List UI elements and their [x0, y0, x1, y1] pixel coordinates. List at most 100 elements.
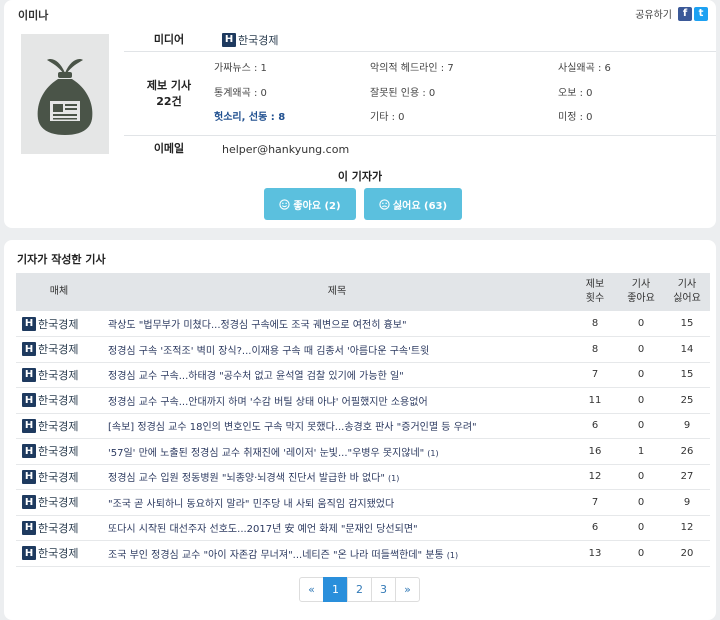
article-dislikes: 25: [680, 394, 694, 406]
table-row[interactable]: H 한국경제 조국 부인 정경심 교수 "아이 자존감 무너져"...네티즌 "온 …: [16, 541, 710, 567]
article-likes: 1: [637, 445, 645, 457]
article-title-link[interactable]: 정경심 교수 구속...안대까지 하며 '수감 버틸 상태 아냐' 어필했지만 …: [108, 397, 428, 408]
article-title-cell[interactable]: 정경심 교수 입원 정동병원 "뇌종양·뇌경색 진단서 발급한 바 없다" (1): [102, 464, 572, 490]
article-title-link[interactable]: 조국 부인 정경심 교수 "아이 자존감 무너져"...네티즌 "온 나라 떠들…: [108, 550, 444, 561]
article-title-link[interactable]: 정경심 교수 구속...하태경 "공수처 없고 윤석열 검찰 있기에 가능한 일…: [108, 371, 404, 382]
table-row[interactable]: H 한국경제 정경심 교수 입원 정동병원 "뇌종양·뇌경색 진단서 발급한 바 없…: [16, 464, 710, 490]
header-likes: 기사 좋아요: [627, 279, 655, 304]
article-dislikes: 15: [680, 369, 694, 381]
page-1[interactable]: 1: [323, 577, 348, 602]
header-media: 매체: [49, 286, 69, 297]
article-title-cell[interactable]: "조국 곧 사퇴하니 동요하지 말라" 민주당 내 사퇴 움직임 감지됐었다: [102, 490, 572, 516]
article-media: H 한국경제: [16, 464, 102, 490]
share-area: 공유하기 f t: [635, 6, 708, 21]
article-likes: 0: [637, 496, 645, 508]
stat-statistics-distortion: 통계왜곡 : 0: [214, 87, 267, 99]
article-reports: 8: [591, 343, 599, 355]
article-media-name: 한국경제: [38, 394, 79, 408]
article-title-link[interactable]: "조국 곧 사퇴하니 동요하지 말라" 민주당 내 사퇴 움직임 감지됐었다: [108, 499, 394, 510]
article-dislikes: 15: [680, 318, 694, 329]
reporter-avatar: [21, 34, 109, 154]
comment-count: (1): [427, 448, 439, 458]
article-likes: 0: [637, 369, 645, 381]
article-title-cell[interactable]: 정경심 구속 '조적조' 벽미 장식?...이재용 구속 때 김종서 '아름다운…: [102, 337, 572, 363]
article-media-name: 한국경제: [38, 496, 79, 510]
table-row[interactable]: H 한국경제 '57일' 만에 노출된 정경심 교수 취재진에 '레이저' 눈빛..…: [16, 439, 710, 465]
article-title-link[interactable]: 곽상도 "법무부가 미쳤다...정경심 구속에도 조국 궤변으로 여전히 흉보": [108, 320, 407, 331]
media-link[interactable]: H 한국경제: [222, 32, 278, 48]
facebook-icon[interactable]: f: [678, 6, 692, 21]
article-title-cell[interactable]: '57일' 만에 노출된 정경심 교수 취재진에 '레이저' 눈빛..."우병우…: [102, 439, 572, 465]
header-reports: 제보 횟수: [585, 279, 605, 304]
article-title-link[interactable]: 정경심 교수 입원 정동병원 "뇌종양·뇌경색 진단서 발급한 바 없다": [108, 473, 385, 484]
article-likes: 0: [637, 318, 645, 329]
comment-count: (1): [388, 474, 400, 484]
article-dislikes: 12: [680, 522, 694, 534]
page-prev[interactable]: «: [299, 577, 324, 602]
table-row[interactable]: H 한국경제 곽상도 "법무부가 미쳤다...정경심 구속에도 조국 궤변으로 여전…: [16, 311, 710, 337]
table-row[interactable]: H 한국경제 또다시 시작된 대선주자 선호도...2017년 安 예언 화제 "문…: [16, 515, 710, 541]
article-reports: 11: [588, 394, 602, 406]
article-title-cell[interactable]: 곽상도 "법무부가 미쳤다...정경심 구속에도 조국 궤변으로 여전히 흉보": [102, 311, 572, 337]
page-2[interactable]: 2: [347, 577, 372, 602]
reporter-info: 미디어 H 한국경제 제보 기사 22건 가짜뉴스 : 1 악의적 헤드라인 :…: [124, 28, 716, 162]
smile-icon: [279, 198, 291, 210]
article-title-cell[interactable]: 또다시 시작된 대선주자 선호도...2017년 安 예언 화제 "문재인 당선…: [102, 515, 572, 541]
table-row[interactable]: H 한국경제 "조국 곧 사퇴하니 동요하지 말라" 민주당 내 사퇴 움직임 감지…: [16, 490, 710, 516]
publisher-logo-icon: H: [22, 418, 36, 433]
article-media-name: 한국경제: [38, 317, 79, 331]
stat-other: 기타 : 0: [370, 111, 405, 123]
article-reports: 6: [591, 420, 599, 432]
publisher-logo-icon: H: [222, 32, 236, 47]
article-title-cell[interactable]: [속보] 정경심 교수 18인의 변호인도 구속 막지 못했다...송경호 판사…: [102, 413, 572, 439]
article-media-name: 한국경제: [38, 547, 79, 561]
header-dislikes: 기사 싫어요: [673, 279, 701, 304]
verdict-title: 이 기자가: [337, 170, 383, 183]
article-title-link[interactable]: 또다시 시작된 대선주자 선호도...2017년 安 예언 화제 "문재인 당선…: [108, 524, 418, 535]
publisher-logo-icon: H: [22, 495, 36, 510]
publisher-logo-icon: H: [22, 520, 36, 535]
article-reports: 6: [591, 522, 599, 534]
stat-fake-news: 가짜뉴스 : 1: [214, 62, 267, 74]
publisher-logo-icon: H: [22, 469, 36, 484]
article-dislikes: 9: [683, 420, 691, 432]
media-label: 미디어: [153, 32, 185, 46]
article-reports: 7: [591, 369, 599, 381]
article-title-cell[interactable]: 조국 부인 정경심 교수 "아이 자존감 무너져"...네티즌 "온 나라 떠들…: [102, 541, 572, 567]
table-row[interactable]: H 한국경제 정경심 교수 구속...안대까지 하며 '수감 버틸 상태 아냐' 어…: [16, 388, 710, 414]
header-title: 제목: [327, 286, 347, 297]
table-row[interactable]: H 한국경제 [속보] 정경심 교수 18인의 변호인도 구속 막지 못했다...송…: [16, 413, 710, 439]
page-3[interactable]: 3: [371, 577, 396, 602]
article-title-link[interactable]: 정경심 구속 '조적조' 벽미 장식?...이재용 구속 때 김종서 '아름다운…: [108, 346, 429, 357]
dislike-label: 싫어요 (63): [392, 200, 448, 212]
article-title-link[interactable]: '57일' 만에 노출된 정경심 교수 취재진에 '레이저' 눈빛..."우병우…: [108, 448, 424, 459]
email-value: helper@hankyung.com: [222, 142, 350, 156]
article-media-name: 한국경제: [38, 445, 79, 459]
article-reports: 12: [588, 471, 602, 483]
like-button[interactable]: 좋아요 (2): [264, 188, 356, 220]
article-title-cell[interactable]: 정경심 교수 구속...안대까지 하며 '수감 버틸 상태 아냐' 어필했지만 …: [102, 388, 572, 414]
article-media: H 한국경제: [16, 541, 102, 567]
table-row[interactable]: H 한국경제 정경심 교수 구속...하태경 "공수처 없고 윤석열 검찰 있기에 …: [16, 362, 710, 388]
report-stats: 가짜뉴스 : 1 악의적 헤드라인 : 7 사실왜곡 : 6 통계왜곡 : 0 …: [214, 52, 716, 136]
table-header-row: 매체 제목 제보 횟수 기사 좋아요 기사 싫어요: [16, 273, 710, 311]
article-reports: 8: [591, 318, 599, 329]
article-title-cell[interactable]: 정경심 교수 구속...하태경 "공수처 없고 윤석열 검찰 있기에 가능한 일…: [102, 362, 572, 388]
article-media: H 한국경제: [16, 362, 102, 388]
dislike-button[interactable]: 싫어요 (63): [364, 188, 462, 220]
page-next[interactable]: »: [395, 577, 420, 602]
article-title-link[interactable]: [속보] 정경심 교수 18인의 변호인도 구속 막지 못했다...송경호 판사…: [108, 422, 477, 433]
article-dislikes: 14: [680, 343, 694, 355]
article-media: H 한국경제: [16, 388, 102, 414]
stat-undecided: 미정 : 0: [558, 111, 593, 123]
table-row[interactable]: H 한국경제 정경심 구속 '조적조' 벽미 장식?...이재용 구속 때 김종서 …: [16, 337, 710, 363]
article-media: H 한국경제: [16, 515, 102, 541]
publisher-logo-icon: H: [22, 444, 36, 459]
article-dislikes: 9: [683, 496, 691, 508]
article-likes: 0: [637, 471, 645, 483]
article-likes: 0: [637, 420, 645, 432]
article-media: H 한국경제: [16, 490, 102, 516]
twitter-icon[interactable]: t: [694, 6, 708, 21]
stat-wrong-quote: 잘못된 인용 : 0: [370, 87, 436, 99]
article-media-name: 한국경제: [38, 521, 79, 535]
